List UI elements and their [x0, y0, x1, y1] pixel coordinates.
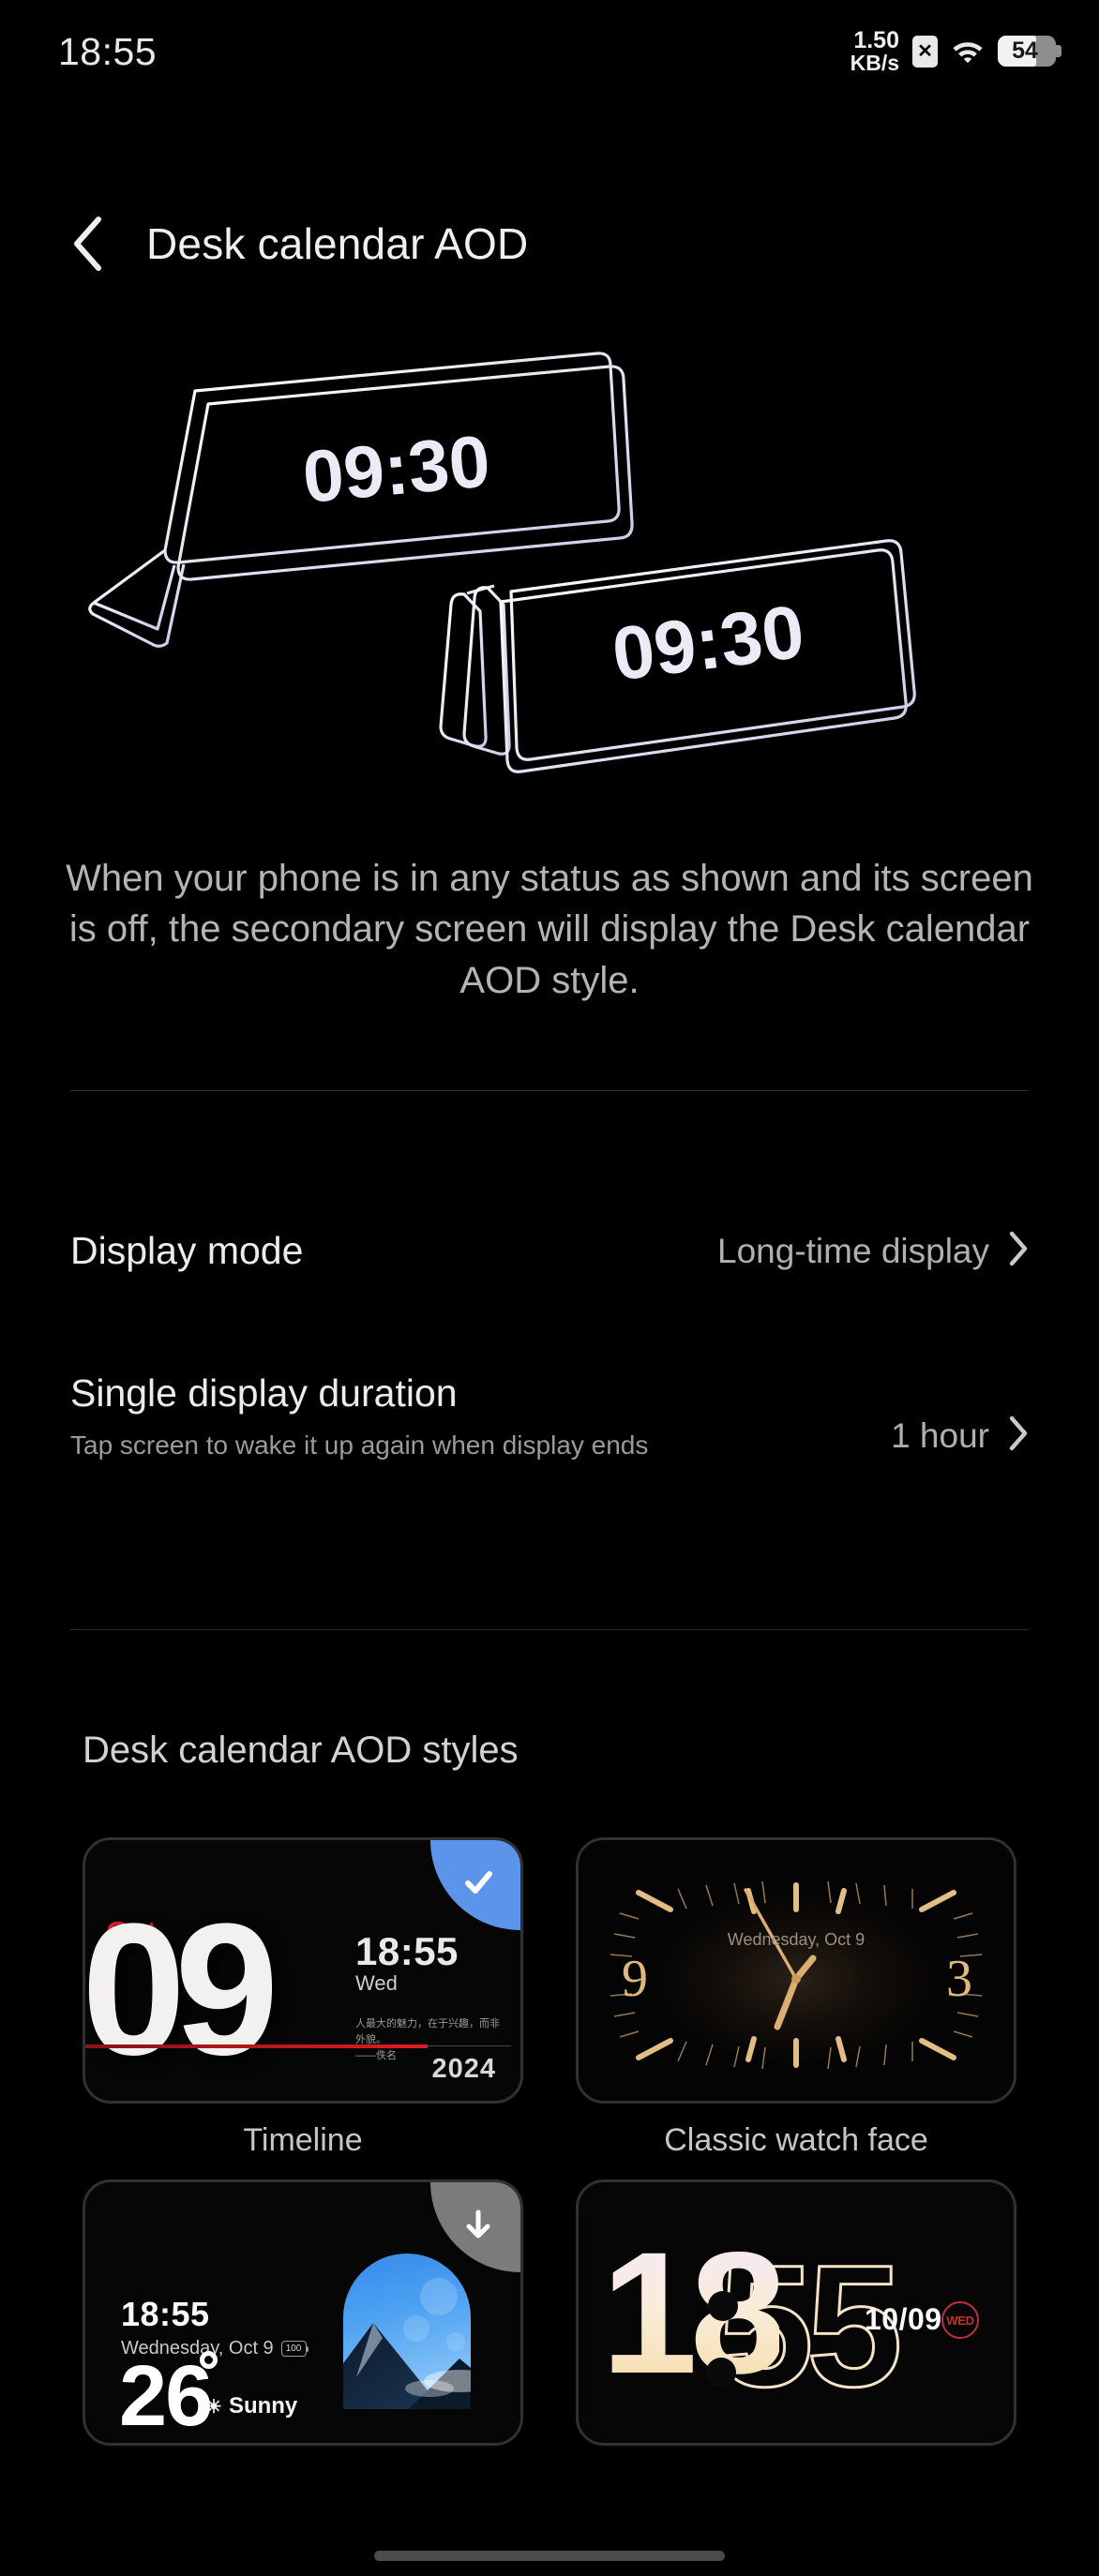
home-indicator[interactable]	[374, 2551, 725, 2561]
divider-top	[70, 1090, 1029, 1091]
aod-style-classic-watch-face[interactable]: 9 3 Wednesday, Oct 9 Classic watch face	[576, 1837, 1016, 2159]
battery-level-label: 54	[1012, 37, 1038, 65]
big-digits-colon-dot-top	[710, 2293, 736, 2319]
setting-subtitle: Tap screen to wake it up again when disp…	[70, 1430, 649, 1460]
watch-face-graphic: 9 3	[579, 1840, 1014, 2101]
chevron-right-icon	[1008, 1231, 1029, 1271]
selected-check-badge	[430, 1840, 520, 1930]
degree-symbol-icon	[200, 2351, 218, 2369]
setting-value: Long-time display	[717, 1231, 989, 1270]
big-digits-colon-dot-bottom	[708, 2359, 734, 2386]
weather-battery-badge: 100	[280, 2341, 309, 2357]
battery-icon: 54	[998, 36, 1061, 67]
aod-style-big-digits-preview[interactable]: 55 18 10/09 WED	[576, 2179, 1016, 2446]
wifi-icon	[951, 37, 985, 66]
watch-numeral-3: 3	[946, 1950, 972, 2008]
aod-style-weather[interactable]: 18:55 Wednesday, Oct 9 100 26 ☀ Sunny	[83, 2179, 523, 2464]
app-bar: Desk calendar AOD	[0, 192, 1099, 295]
aod-illustration: 09:30 09:30	[0, 333, 1099, 792]
aod-style-label: Timeline	[243, 2122, 363, 2158]
illustration-clock-top: 09:30	[299, 419, 493, 518]
status-bar-clock: 18:55	[58, 29, 158, 73]
back-button[interactable]	[58, 214, 118, 274]
network-speed-unit: KB/s	[850, 51, 899, 76]
watch-numeral-9: 9	[622, 1950, 648, 2008]
chevron-right-icon	[1008, 1415, 1029, 1456]
check-icon	[465, 1871, 492, 1894]
aod-styles-grid: Oct. 09 18:55 Wed 人最大的魅力，在于兴趣，而非外貌。 ——佚名…	[83, 1837, 1016, 2464]
timeline-time: 18:55	[355, 1929, 459, 1973]
timeline-year: 2024	[431, 2054, 496, 2084]
divider-bottom	[70, 1629, 1029, 1630]
aod-style-classic-watch-face-preview[interactable]: 9 3 Wednesday, Oct 9	[576, 1837, 1016, 2104]
setting-value: 1 hour	[891, 1415, 989, 1455]
sim-card-no-service-icon: ✕	[912, 35, 938, 67]
aod-style-weather-preview[interactable]: 18:55 Wednesday, Oct 9 100 26 ☀ Sunny	[83, 2179, 523, 2446]
setting-row-display-mode-right: Long-time display	[717, 1231, 1029, 1271]
weather-temperature: 26	[119, 2348, 213, 2444]
network-speed-indicator: 1.50 KB/s	[850, 26, 899, 76]
status-bar-icons: 1.50 KB/s ✕ 54	[850, 26, 1061, 76]
big-digits-hours: 18	[601, 2217, 787, 2410]
big-digits-date: 10/09	[865, 2302, 942, 2336]
aod-style-big-digits[interactable]: 55 18 10/09 WED	[576, 2179, 1016, 2464]
weather-condition: Sunny	[228, 2393, 298, 2419]
aod-description: When your phone is in any status as show…	[66, 858, 1033, 1001]
timeline-weekday: Wed	[355, 1971, 398, 1995]
setting-title: Single display duration	[70, 1371, 458, 1415]
aod-style-label: Classic watch face	[664, 2122, 928, 2158]
watch-face-date: Wednesday, Oct 9	[727, 1930, 866, 1949]
setting-row-display-mode[interactable]: Display mode Long-time display	[70, 1228, 1029, 1274]
setting-title: Display mode	[70, 1229, 304, 1272]
setting-row-single-display-duration-right: 1 hour	[891, 1415, 1029, 1456]
chevron-left-icon	[74, 217, 101, 271]
download-arrow-icon	[466, 2209, 490, 2239]
big-digits-weekday-badge: WED	[941, 2301, 979, 2339]
status-bar: 18:55 1.50 KB/s ✕ 54	[0, 0, 1099, 103]
timeline-day: 09	[83, 1885, 279, 2094]
styles-section-heading: Desk calendar AOD styles	[83, 1730, 519, 1771]
page-title: Desk calendar AOD	[146, 219, 529, 268]
aod-style-timeline-preview[interactable]: Oct. 09 18:55 Wed 人最大的魅力，在于兴趣，而非外貌。 ——佚名…	[83, 1837, 523, 2104]
network-speed-rate: 1.50	[853, 26, 899, 53]
timeline-red-line	[85, 2044, 428, 2048]
aod-style-timeline[interactable]: Oct. 09 18:55 Wed 人最大的魅力，在于兴趣，而非外貌。 ——佚名…	[83, 1837, 523, 2159]
weather-time: 18:55	[121, 2295, 210, 2333]
weather-condition-row: ☀ Sunny	[205, 2393, 297, 2419]
timeline-quote-line1: 人最大的魅力，在于兴趣，而非外貌。	[355, 2018, 500, 2046]
setting-row-single-display-duration-left: Single display duration Tap screen to wa…	[70, 1370, 891, 1462]
sim-card-x-glyph: ✕	[917, 40, 933, 62]
setting-row-display-mode-left: Display mode	[70, 1228, 717, 1274]
illustration-clock-bottom: 09:30	[608, 590, 808, 696]
sun-icon: ☀	[205, 2396, 222, 2418]
setting-row-single-display-duration[interactable]: Single display duration Tap screen to wa…	[70, 1370, 1029, 1462]
